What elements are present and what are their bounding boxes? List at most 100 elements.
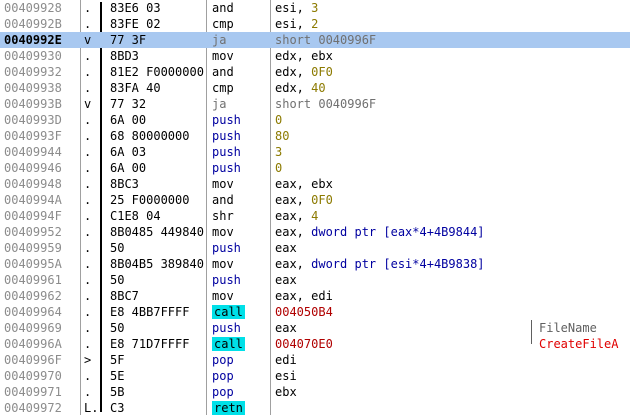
disasm-row[interactable]: 0040992B. 83FE 02 cmp esi, 2 (0, 16, 630, 32)
mnemonic-cell[interactable]: push (212, 160, 272, 176)
mnemonic-cell[interactable]: push (212, 128, 272, 144)
operands-cell[interactable]: esi, 2 (275, 16, 535, 32)
disasm-row[interactable]: 00409961. 50 push eax (0, 272, 630, 288)
disasm-row[interactable]: 00409969. 50 push eax FileName (0, 320, 630, 336)
address-cell[interactable]: 0040992E (4, 32, 76, 48)
comment-cell[interactable]: CreateFileA (539, 336, 630, 352)
disasm-row[interactable]: 00409938. 83FA 40 cmp edx, 40 (0, 80, 630, 96)
address-cell[interactable]: 00409971 (4, 384, 76, 400)
hex-bytes-cell[interactable]: 6A 00 (110, 112, 204, 128)
address-cell[interactable]: 0040993F (4, 128, 76, 144)
address-cell[interactable]: 00409969 (4, 320, 76, 336)
hex-bytes-cell[interactable]: 5F (110, 352, 204, 368)
mnemonic-cell[interactable]: call (212, 304, 272, 320)
mnemonic-cell[interactable]: ja (212, 32, 272, 48)
disasm-row[interactable]: 00409952. 8B0485 449840 mov eax, dword ptr … (0, 224, 630, 240)
hex-bytes-cell[interactable]: 83E6 03 (110, 0, 204, 16)
mnemonic-cell[interactable]: mov (212, 288, 272, 304)
address-cell[interactable]: 00409946 (4, 160, 76, 176)
operands-cell[interactable]: 0 (275, 112, 535, 128)
operands-cell[interactable]: 80 (275, 128, 535, 144)
address-cell[interactable]: 0040996A (4, 336, 76, 352)
hex-bytes-cell[interactable]: 25 F0000000 (110, 192, 204, 208)
hex-bytes-cell[interactable]: 83FE 02 (110, 16, 204, 32)
mnemonic-cell[interactable]: pop (212, 384, 272, 400)
address-cell[interactable]: 0040992B (4, 16, 76, 32)
hex-bytes-cell[interactable]: 8B04B5 389840 (110, 256, 204, 272)
address-cell[interactable]: 00409961 (4, 272, 76, 288)
hex-bytes-cell[interactable]: 50 (110, 272, 204, 288)
mnemonic-cell[interactable]: cmp (212, 16, 272, 32)
operands-cell[interactable]: eax (275, 240, 535, 256)
disasm-row[interactable]: 0040995A. 8B04B5 389840 mov eax, dword ptr … (0, 256, 630, 272)
mnemonic-cell[interactable]: and (212, 192, 272, 208)
mnemonic-cell[interactable]: pop (212, 368, 272, 384)
address-cell[interactable]: 00409948 (4, 176, 76, 192)
mnemonic-cell[interactable]: mov (212, 224, 272, 240)
disasm-row[interactable]: 00409944. 6A 03 push 3 (0, 144, 630, 160)
mnemonic-cell[interactable]: shr (212, 208, 272, 224)
hex-bytes-cell[interactable]: C1E8 04 (110, 208, 204, 224)
hex-bytes-cell[interactable]: 77 3F (110, 32, 204, 48)
mnemonic-cell[interactable]: mov (212, 48, 272, 64)
disasm-row[interactable]: 0040996A. E8 71D7FFFF call 004070E0 CreateFi… (0, 336, 630, 352)
hex-bytes-cell[interactable]: E8 4BB7FFFF (110, 304, 204, 320)
hex-bytes-cell[interactable]: 5B (110, 384, 204, 400)
disasm-row[interactable]: 00409959. 50 push eax (0, 240, 630, 256)
operands-cell[interactable]: ebx (275, 384, 535, 400)
disasm-row[interactable]: 0040993D. 6A 00 push 0 (0, 112, 630, 128)
disasm-row[interactable]: 0040993F. 68 80000000 push 80 (0, 128, 630, 144)
disasm-row[interactable]: 00409971. 5B pop ebx (0, 384, 630, 400)
disasm-row[interactable]: 00409970. 5E pop esi (0, 368, 630, 384)
operands-cell[interactable]: edi (275, 352, 535, 368)
disasm-row[interactable]: 0040993B v 77 32 ja short 0040996F (0, 96, 630, 112)
disasm-row[interactable]: 00409946. 6A 00 push 0 (0, 160, 630, 176)
hex-bytes-cell[interactable]: 8B0485 449840 (110, 224, 204, 240)
mnemonic-cell[interactable]: pop (212, 352, 272, 368)
address-cell[interactable]: 0040994A (4, 192, 76, 208)
operands-cell[interactable]: short 0040996F (275, 96, 535, 112)
hex-bytes-cell[interactable]: 50 (110, 320, 204, 336)
operands-cell[interactable]: eax, ebx (275, 176, 535, 192)
hex-bytes-cell[interactable]: 77 32 (110, 96, 204, 112)
mnemonic-cell[interactable]: retn (212, 400, 272, 416)
disasm-row[interactable]: 00409930. 8BD3 mov edx, ebx (0, 48, 630, 64)
mnemonic-cell[interactable]: cmp (212, 80, 272, 96)
operands-cell[interactable]: esi (275, 368, 535, 384)
address-cell[interactable]: 0040993D (4, 112, 76, 128)
mnemonic-cell[interactable]: push (212, 112, 272, 128)
hex-bytes-cell[interactable]: 6A 03 (110, 144, 204, 160)
operands-cell[interactable]: edx, 0F0 (275, 64, 535, 80)
hex-bytes-cell[interactable]: E8 71D7FFFF (110, 336, 204, 352)
address-cell[interactable]: 00409944 (4, 144, 76, 160)
disasm-row[interactable]: 00409928. 83E6 03 and esi, 3 (0, 0, 630, 16)
operands-cell[interactable]: 004070E0 (275, 336, 535, 352)
disasm-row[interactable]: 0040996F >5F pop edi (0, 352, 630, 368)
address-cell[interactable]: 00409938 (4, 80, 76, 96)
hex-bytes-cell[interactable]: 8BC3 (110, 176, 204, 192)
operands-cell[interactable]: 004050B4 (275, 304, 535, 320)
address-cell[interactable]: 0040996F (4, 352, 76, 368)
disasm-row[interactable]: 00409964. E8 4BB7FFFF call 004050B4 (0, 304, 630, 320)
address-cell[interactable]: 00409972 (4, 400, 76, 416)
hex-bytes-cell[interactable]: 68 80000000 (110, 128, 204, 144)
mnemonic-cell[interactable]: mov (212, 256, 272, 272)
hex-bytes-cell[interactable]: 6A 00 (110, 160, 204, 176)
operands-cell[interactable]: edx, 40 (275, 80, 535, 96)
disasm-row[interactable]: 0040994F. C1E8 04 shr eax, 4 (0, 208, 630, 224)
address-cell[interactable]: 00409962 (4, 288, 76, 304)
address-cell[interactable]: 00409970 (4, 368, 76, 384)
address-cell[interactable]: 00409932 (4, 64, 76, 80)
mnemonic-cell[interactable]: and (212, 0, 272, 16)
address-cell[interactable]: 00409952 (4, 224, 76, 240)
hex-bytes-cell[interactable]: 8BC7 (110, 288, 204, 304)
address-cell[interactable]: 0040994F (4, 208, 76, 224)
hex-bytes-cell[interactable]: 8BD3 (110, 48, 204, 64)
operands-cell[interactable]: eax, dword ptr [eax*4+4B9844] (275, 224, 535, 240)
mnemonic-cell[interactable]: mov (212, 176, 272, 192)
operands-cell[interactable]: 3 (275, 144, 535, 160)
operands-cell[interactable]: eax (275, 320, 535, 336)
mnemonic-cell[interactable]: push (212, 144, 272, 160)
hex-bytes-cell[interactable]: C3 (110, 400, 204, 416)
disasm-row[interactable]: 00409948. 8BC3 mov eax, ebx (0, 176, 630, 192)
